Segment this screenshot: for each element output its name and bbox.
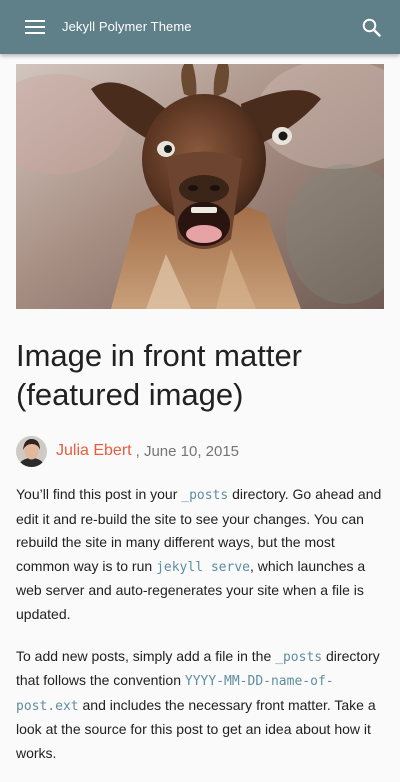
site-title[interactable]: Jekyll Polymer Theme <box>62 0 192 54</box>
avatar-image <box>16 435 47 467</box>
goat-photo <box>16 64 384 309</box>
top-app-bar: Jekyll Polymer Theme <box>0 0 400 54</box>
date-text: June 10, 2015 <box>143 442 240 460</box>
inline-code: _posts <box>181 488 229 503</box>
post-date: , June 10, 2015 <box>136 443 239 460</box>
text: To add new posts, simply add a file in t… <box>16 647 276 664</box>
menu-icon <box>25 20 45 34</box>
post-content: You’ll find this post in your _posts dir… <box>16 483 388 782</box>
paragraph-1: You’ll find this post in your _posts dir… <box>16 483 388 627</box>
inline-code: jekyll serve <box>156 559 250 575</box>
inline-code: _posts <box>275 649 323 665</box>
post-meta: Julia Ebert , June 10, 2015 <box>16 435 239 467</box>
search-button[interactable] <box>356 12 386 42</box>
featured-image <box>16 64 384 309</box>
search-icon <box>362 18 381 37</box>
post-title: Image in front matter (featured image) <box>16 338 303 412</box>
text: You’ll find this post in your <box>16 486 182 502</box>
date-separator: , <box>135 442 144 460</box>
menu-button[interactable] <box>16 13 54 41</box>
author-avatar[interactable] <box>16 435 47 467</box>
author-link[interactable]: Julia Ebert <box>56 442 132 460</box>
paragraph-2: To add new posts, simply add a file in t… <box>16 645 388 766</box>
